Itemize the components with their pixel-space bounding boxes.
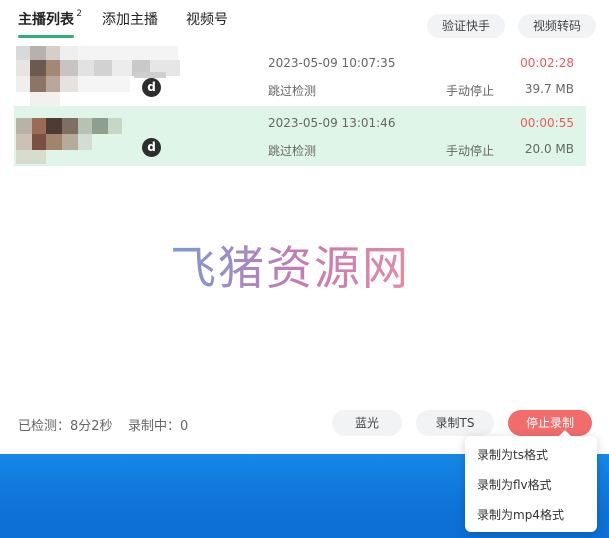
douyin-platform-icon: d — [142, 138, 161, 157]
blurred-avatar-thumbnail — [16, 46, 182, 106]
tab-label: 主播列表 — [18, 12, 74, 28]
verify-kuaishou-button[interactable]: 验证快手 — [427, 14, 505, 38]
tab-label: 视频号 — [186, 12, 228, 28]
bluray-quality-button[interactable]: 蓝光 — [332, 410, 402, 436]
watermark-text: 飞猪资源网 — [170, 232, 410, 298]
file-size: 20.0 MB — [524, 142, 574, 156]
tab-label: 添加主播 — [102, 12, 158, 28]
checked-duration: 已检测：8分2秒 — [18, 419, 113, 434]
record-start-time: 2023-05-09 10:07:35 — [268, 56, 396, 70]
record-format-menu: 录制为ts格式 录制为flv格式 录制为mp4格式 — [465, 430, 597, 532]
stop-mode: 手动停止 — [446, 144, 495, 158]
menu-item-record-mp4[interactable]: 录制为mp4格式 — [465, 500, 597, 530]
record-duration: 00:02:28 — [520, 56, 574, 70]
tab-add-streamer[interactable]: 添加主播 — [102, 4, 158, 36]
blurred-avatar-thumbnail — [16, 106, 182, 166]
menu-pointer — [559, 430, 571, 436]
menu-item-record-ts[interactable]: 录制为ts格式 — [465, 440, 597, 470]
record-start-time: 2023-05-09 13:01:46 — [268, 116, 396, 130]
detection-status: 跳过检测 — [268, 84, 317, 98]
douyin-platform-icon: d — [142, 78, 161, 97]
recording-count: 录制中：0 — [128, 419, 189, 434]
video-transcode-button[interactable]: 视频转码 — [518, 14, 596, 38]
stop-mode: 手动停止 — [446, 84, 495, 98]
tab-streamer-list[interactable]: 主播列表 2 — [18, 4, 82, 38]
tab-bar: 主播列表 2 添加主播 视频号 — [18, 4, 256, 38]
record-row-selected[interactable]: d 2023-05-09 13:01:46 跳过检测 手动停止 00:00:55… — [14, 106, 586, 166]
record-row[interactable]: d 2023-05-09 10:07:35 跳过检测 手动停止 00:02:28… — [14, 46, 586, 106]
record-duration: 00:00:55 — [520, 116, 574, 130]
tab-video-account[interactable]: 视频号 — [186, 4, 228, 36]
count-badge: 2 — [76, 9, 82, 19]
file-size: 39.7 MB — [524, 82, 574, 96]
stop-recording-button[interactable]: 停止录制 — [508, 410, 592, 436]
detection-status: 跳过检测 — [268, 144, 317, 158]
record-ts-button[interactable]: 录制TS — [416, 410, 494, 436]
menu-item-record-flv[interactable]: 录制为flv格式 — [465, 470, 597, 500]
